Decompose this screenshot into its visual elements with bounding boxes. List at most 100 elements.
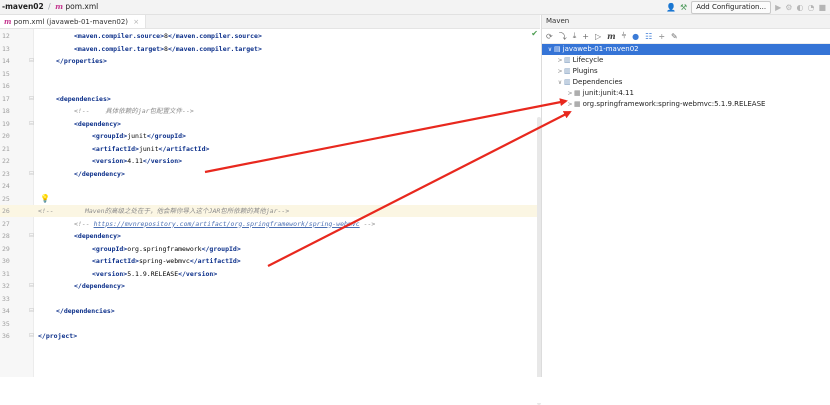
code-text: </dependencies> (56, 305, 115, 317)
line-number: 27 (2, 219, 10, 228)
code-line[interactable]: 28 ⊟ <dependency> (0, 230, 540, 242)
add-icon[interactable]: + (582, 32, 589, 41)
maven-tree-label: javaweb-01-maven02 (562, 45, 639, 53)
code-text: </project> (38, 330, 77, 342)
xml-text: 4.11 (127, 157, 143, 165)
tab-pom-xml[interactable]: m pom.xml (javaweb-01-maven02) × (0, 15, 147, 28)
line-number: 14 (2, 57, 10, 65)
code-line[interactable]: 15 (0, 68, 540, 80)
intention-bulb-icon[interactable]: 💡 (40, 193, 50, 205)
code-line[interactable]: 35 (0, 318, 540, 330)
code-line[interactable]: 13 <maven.compiler.target>8</maven.compil… (0, 43, 540, 55)
code-line[interactable]: 32 ⊟ </dependency> (0, 280, 540, 292)
user-icon[interactable]: 👤 (666, 3, 676, 12)
xml-tag: <groupId> (92, 132, 128, 140)
code-line[interactable]: 20 <groupId>junit</groupId> (0, 130, 540, 142)
breadcrumb-project[interactable]: -maven02 (2, 2, 44, 11)
fold-marker-icon[interactable]: ⊟ (29, 305, 34, 317)
build-hammer-icon[interactable]: ⚒ (680, 3, 687, 12)
download-icon[interactable]: ⤓ (573, 31, 577, 41)
profile-icon[interactable]: ◔ (807, 3, 814, 12)
comment-link[interactable]: https://mvnrepository.com/artifact/org.s… (94, 220, 360, 228)
maven-tree-item[interactable]: >▥ Plugins (542, 66, 830, 77)
code-line[interactable]: 29 <groupId>org.springframework</groupId> (0, 243, 540, 255)
code-line[interactable]: 22 <version>4.11</version> (0, 155, 540, 167)
line-number: 35 (2, 319, 10, 328)
run-icon[interactable]: ▷ (595, 32, 601, 41)
xml-tag: <version> (92, 269, 128, 278)
code-line[interactable]: 17 ⊟ <dependencies> (0, 93, 540, 105)
fold-marker-icon[interactable]: ⊟ (29, 55, 34, 67)
settings-wrench-icon[interactable]: ✎ (671, 32, 678, 41)
code-text: <maven.compiler.target>8</maven.compiler… (74, 43, 262, 55)
fold-marker-icon[interactable]: ⊟ (29, 230, 34, 242)
chevron-down-icon[interactable]: ∨ (546, 44, 554, 55)
show-dependencies-icon[interactable]: ☷ (645, 32, 652, 41)
fold-marker-icon[interactable]: ⊟ (29, 280, 34, 292)
maven-tree-item[interactable]: >▦ junit:junit:4.11 (542, 88, 830, 99)
code-line[interactable]: 36 ⊟ </project> (0, 330, 540, 342)
code-line[interactable]: 19 ⊟ <dependency> (0, 118, 540, 130)
code-line[interactable]: 26 <!-- Maven的高级之处在于，他会帮你导入这个JAR包所依赖的其他ja… (0, 205, 540, 217)
xml-tag: </artifactId> (158, 144, 210, 153)
chevron-right-icon[interactable]: > (566, 99, 574, 110)
maven-file-icon: m (55, 2, 63, 11)
code-line[interactable]: 18 <!-- 具体依赖的jar包配置文件--> (0, 105, 540, 117)
code-line[interactable]: 31 <version>5.1.9.RELEASE</version> (0, 268, 540, 280)
chevron-right-icon[interactable]: > (556, 55, 564, 66)
maven-tree-label: junit:junit:4.11 (582, 89, 634, 97)
xml-tag: </version> (178, 269, 218, 278)
code-editor[interactable]: 12 <maven.compiler.source>8</maven.compil… (0, 29, 541, 405)
execute-goal-icon[interactable]: m (607, 31, 615, 41)
line-number: 16 (2, 82, 10, 90)
maven-tree-item[interactable]: >▦ org.springframework:spring-webmvc:5.1.… (542, 99, 830, 110)
chevron-down-icon[interactable]: ∨ (556, 77, 564, 88)
line-number: 20 (2, 132, 10, 140)
xml-tag: </groupId> (201, 244, 241, 253)
chevron-right-icon[interactable]: > (556, 66, 564, 77)
close-icon[interactable]: × (133, 18, 139, 26)
maven-tree-item[interactable]: ∨ ▥ Dependencies (542, 77, 830, 88)
chevron-right-icon[interactable]: > (566, 88, 574, 99)
code-line[interactable]: 27 <!-- https://mvnrepository.com/artifac… (0, 218, 540, 230)
code-line[interactable]: 24 (0, 180, 540, 192)
add-configuration-button[interactable]: Add Configuration... (691, 1, 772, 14)
run-toolbar: 👤 ⚒ Add Configuration... ▶ ⚙ ◐ ◔ ■ (666, 1, 826, 14)
code-line[interactable]: 33 (0, 293, 540, 305)
code-line[interactable]: 16 (0, 80, 540, 92)
generate-sources-icon[interactable]: ⤵ (559, 31, 567, 42)
line-number: 34 (2, 307, 10, 315)
coverage-icon[interactable]: ◐ (796, 3, 803, 12)
xml-tag: <artifactId> (92, 144, 139, 153)
collapse-icon[interactable]: ÷ (658, 32, 665, 41)
fold-marker-icon[interactable]: ⊟ (29, 168, 34, 180)
fold-marker-icon[interactable]: ⊟ (29, 330, 34, 342)
code-text: <version>4.11</version> (92, 155, 182, 167)
line-number: 31 (2, 269, 10, 278)
code-line[interactable]: 23 ⊟ </dependency> (0, 168, 540, 180)
stop-icon[interactable]: ■ (818, 3, 826, 12)
toggle-offline-icon[interactable]: ⫩ (622, 31, 627, 41)
code-line[interactable]: 34 ⊟ </dependencies> (0, 305, 540, 317)
code-line[interactable]: 14 ⊟ </properties> (0, 55, 540, 67)
run-icon[interactable]: ▶ (775, 3, 781, 12)
code-line[interactable]: 21 <artifactId>junit</artifactId> (0, 143, 540, 155)
breadcrumb-file[interactable]: pom.xml (65, 2, 98, 11)
skip-tests-icon[interactable]: ● (632, 32, 639, 41)
maven-file-icon: m (4, 17, 12, 26)
maven-tree-item[interactable]: ∨ ▤ javaweb-01-maven02 (542, 44, 830, 55)
code-line[interactable]: 12 <maven.compiler.source>8</maven.compil… (0, 30, 540, 42)
code-line[interactable]: 25 💡 (0, 193, 540, 205)
fold-marker-icon[interactable]: ⊟ (29, 93, 34, 105)
line-number: 30 (2, 257, 10, 265)
code-text: <dependency> (74, 230, 121, 242)
reload-icon[interactable]: ⟳ (546, 32, 553, 41)
debug-icon[interactable]: ⚙ (785, 3, 792, 12)
xml-tag: <dependency> (74, 232, 121, 240)
xml-tag: </maven.compiler.source> (167, 32, 262, 40)
code-line[interactable]: 30 <artifactId>spring-webmvc</artifactId> (0, 255, 540, 267)
xml-comment: <!-- 具体依赖的jar包配置文件--> (74, 107, 194, 115)
tab-label: pom.xml (javaweb-01-maven02) (13, 18, 129, 26)
fold-marker-icon[interactable]: ⊟ (29, 118, 34, 130)
maven-tree-item[interactable]: >▥ Lifecycle (542, 55, 830, 66)
